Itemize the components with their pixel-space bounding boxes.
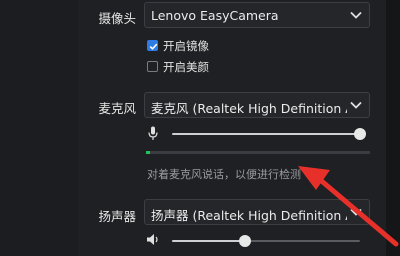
check-icon: [149, 43, 158, 50]
speaker-label: 扬声器: [98, 209, 136, 224]
microphone-volume-thumb[interactable]: [354, 128, 366, 140]
speaker-volume-fill: [172, 240, 246, 242]
chevron-down-icon: [350, 101, 362, 109]
beauty-checkbox[interactable]: [147, 61, 158, 72]
chevron-down-icon: [350, 208, 362, 216]
camera-select[interactable]: Lenovo EasyCamera: [144, 2, 370, 28]
microphone-select[interactable]: 麦克风 (Realtek High Definition Aud: [144, 92, 370, 118]
mirror-checkbox[interactable]: [147, 40, 158, 51]
speaker-icon: [147, 234, 158, 245]
microphone-device-value: 麦克风 (Realtek High Definition Aud: [151, 101, 347, 116]
microphone-label: 麦克风: [98, 101, 136, 116]
chevron-down-icon: [350, 11, 362, 19]
left-panel: [0, 0, 78, 256]
speaker-volume-thumb[interactable]: [239, 235, 252, 247]
camera-label: 摄像头: [98, 11, 136, 26]
speaker-device-value: 扬声器 (Realtek High Definition Aud: [151, 208, 347, 223]
beauty-label: 开启美颜: [163, 60, 209, 74]
microphone-volume-track[interactable]: [172, 133, 360, 135]
microphone-level-fill: [146, 151, 151, 154]
microphone-icon: [148, 126, 158, 140]
camera-device-value: Lenovo EasyCamera: [151, 8, 279, 23]
microphone-level-meter: [146, 151, 370, 154]
microphone-hint: 对着麦克风说话，以便进行检测: [147, 168, 301, 181]
scrollbar-area[interactable]: [386, 0, 400, 256]
speaker-select[interactable]: 扬声器 (Realtek High Definition Aud: [144, 199, 370, 225]
mirror-label: 开启镜像: [163, 39, 209, 53]
